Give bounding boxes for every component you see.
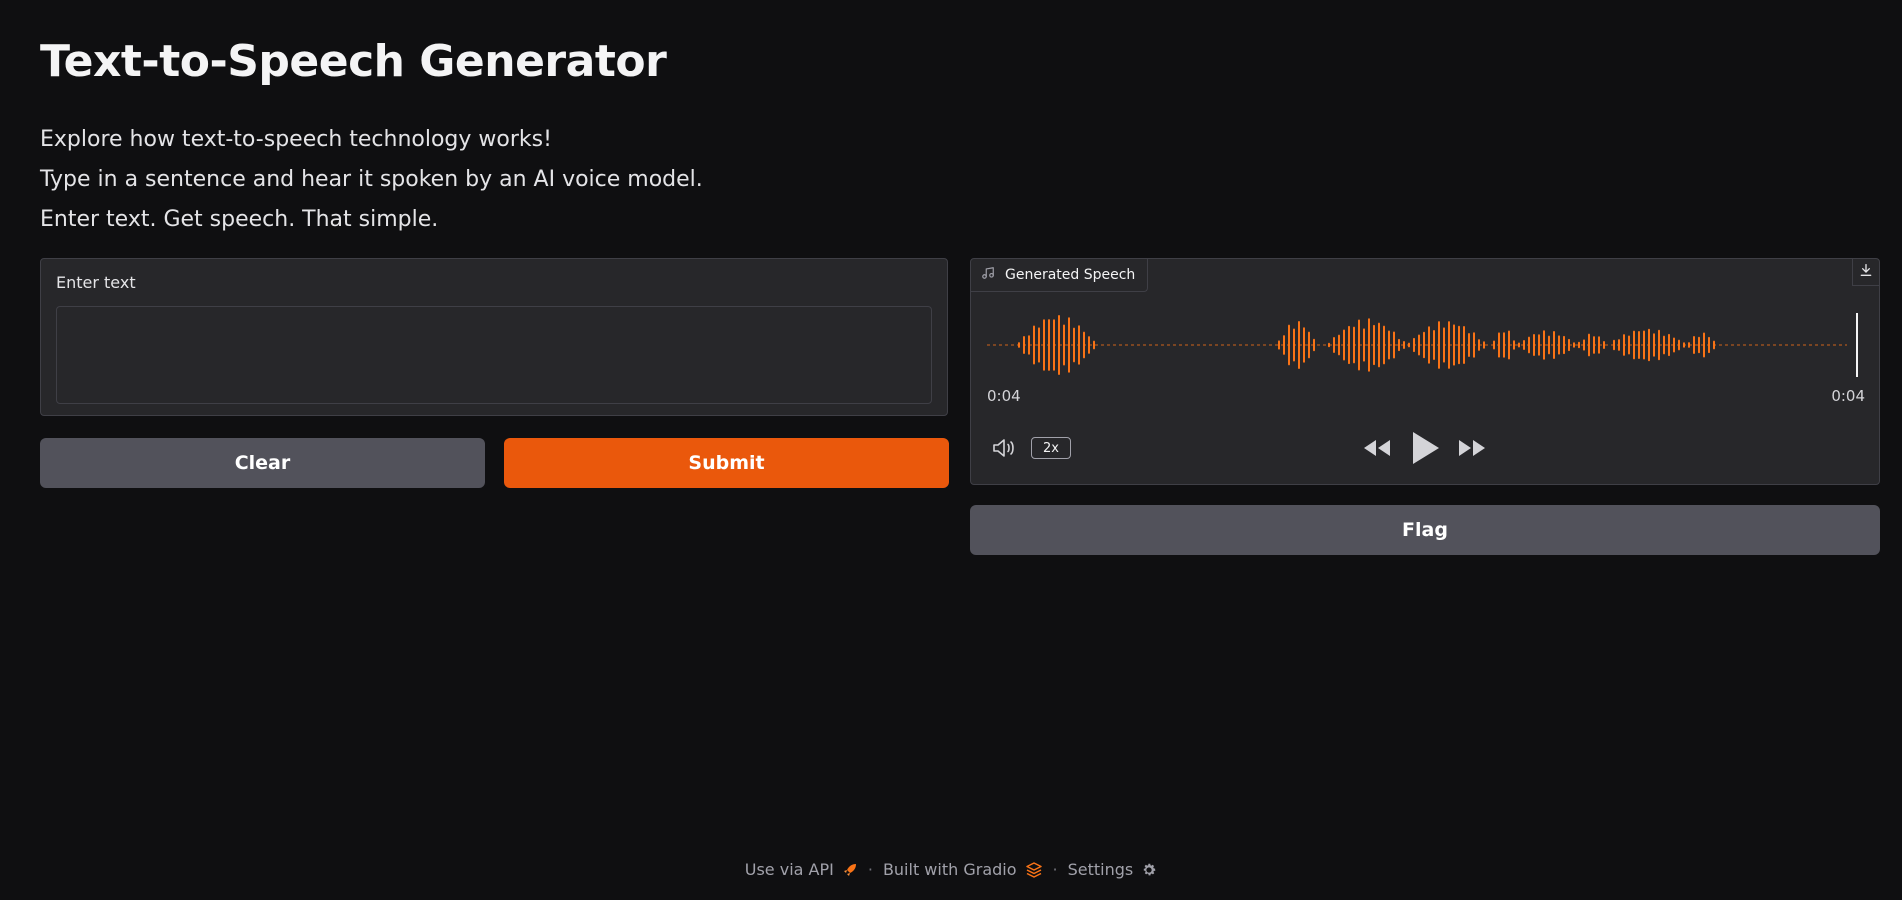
footer: Use via API · Built with Gradio · Settin…	[0, 860, 1902, 879]
download-button[interactable]	[1852, 259, 1879, 286]
built-with-gradio-label: Built with Gradio	[882, 860, 1017, 879]
waveform[interactable]	[987, 303, 1863, 387]
fast-forward-button[interactable]	[1457, 436, 1487, 464]
settings-link[interactable]: Settings	[1068, 860, 1158, 879]
download-icon	[1858, 262, 1874, 282]
clear-button[interactable]: Clear	[40, 438, 485, 488]
current-time: 0:04	[987, 387, 1021, 405]
description-line: Enter text. Get speech. That simple.	[40, 207, 439, 232]
rocket-icon	[843, 863, 856, 876]
music-note-icon	[981, 266, 995, 284]
rewind-icon	[1364, 440, 1390, 456]
submit-button[interactable]: Submit	[504, 438, 949, 488]
audio-output-panel: Generated Speech 0:04 0:04 2x	[970, 258, 1880, 485]
fast-forward-icon	[1459, 440, 1485, 456]
volume-icon	[993, 439, 1014, 457]
play-icon	[1413, 432, 1439, 464]
play-button[interactable]	[1409, 430, 1441, 470]
use-via-api-label: Use via API	[744, 860, 834, 879]
description-line: Explore how text-to-speech technology wo…	[40, 127, 552, 152]
audio-label-text: Generated Speech	[1005, 267, 1136, 283]
separator-dot: ·	[1052, 860, 1058, 879]
separator-dot: ·	[867, 860, 873, 879]
gradio-logo-icon	[1025, 861, 1042, 878]
description-line: Type in a sentence and hear it spoken by…	[40, 167, 703, 192]
volume-button[interactable]	[991, 436, 1017, 464]
text-input-panel: Enter text	[40, 258, 948, 416]
rewind-button[interactable]	[1362, 436, 1392, 464]
built-with-gradio-link[interactable]: Built with Gradio	[883, 860, 1043, 879]
gear-icon	[1144, 863, 1156, 875]
app-page: Text-to-Speech Generator Explore how tex…	[0, 0, 1902, 900]
duration: 0:04	[1831, 387, 1865, 405]
audio-label: Generated Speech	[971, 259, 1149, 292]
flag-button[interactable]: Flag	[970, 505, 1880, 555]
playback-controls: 2x	[971, 424, 1879, 474]
playback-speed-button[interactable]: 2x	[1031, 437, 1071, 459]
settings-label: Settings	[1067, 860, 1134, 879]
text-input[interactable]	[56, 306, 932, 404]
text-input-label: Enter text	[56, 273, 136, 292]
page-title: Text-to-Speech Generator	[40, 36, 667, 87]
description: Explore how text-to-speech technology wo…	[40, 120, 703, 240]
use-via-api-link[interactable]: Use via API	[745, 860, 858, 879]
